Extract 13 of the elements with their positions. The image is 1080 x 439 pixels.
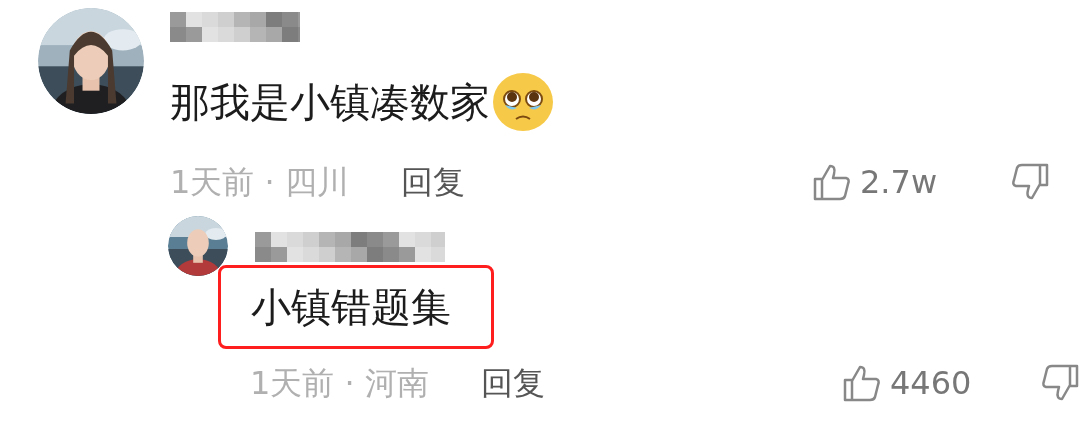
thumbs-up-icon[interactable]	[812, 162, 852, 202]
crying-face-icon	[492, 72, 554, 132]
thumbs-up-icon[interactable]	[842, 363, 882, 403]
time-location: 1天前 · 四川	[170, 162, 349, 203]
comment-text: 那我是小镇凑数家	[170, 78, 490, 126]
like-count: 2.7w	[860, 162, 939, 203]
reply-button[interactable]: 回复	[400, 158, 465, 206]
time-location: 1天前 · 河南	[250, 363, 429, 404]
thumbs-down-icon[interactable]	[1040, 363, 1080, 403]
thumbs-down-icon[interactable]	[1010, 162, 1050, 202]
reply-button[interactable]: 回复	[480, 359, 545, 407]
comment-text: 小镇错题集	[218, 265, 494, 349]
like-count: 4460	[890, 363, 973, 404]
